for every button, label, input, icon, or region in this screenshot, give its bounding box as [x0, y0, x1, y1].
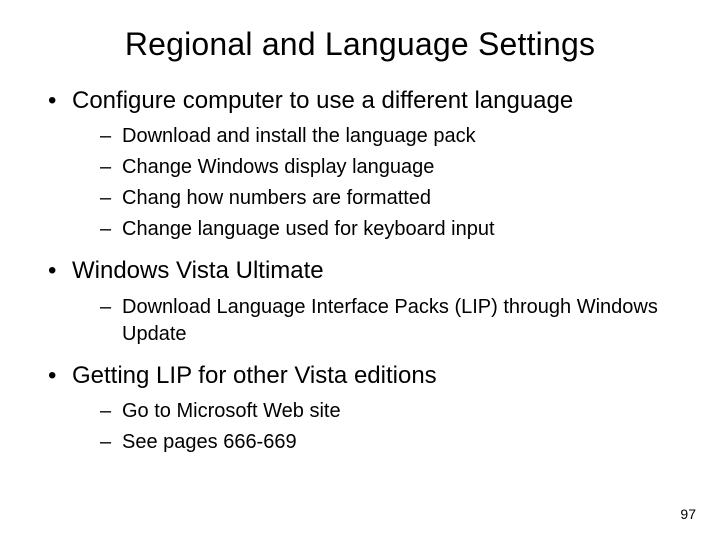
slide: Regional and Language Settings Configure…	[0, 0, 720, 540]
sub-bullet-list: Go to Microsoft Web site See pages 666-6…	[72, 398, 690, 456]
sub-bullet-item: See pages 666-669	[100, 429, 690, 456]
slide-title: Regional and Language Settings	[0, 0, 720, 73]
sub-bullet-item: Change language used for keyboard input	[100, 216, 690, 243]
sub-bullet-item: Go to Microsoft Web site	[100, 398, 690, 425]
bullet-text: Windows Vista Ultimate	[72, 257, 324, 284]
bullet-text: Configure computer to use a different la…	[72, 87, 573, 114]
sub-bullet-item: Download and install the language pack	[100, 123, 690, 150]
sub-bullet-item: Chang how numbers are formatted	[100, 185, 690, 212]
sub-bullet-item: Download Language Interface Packs (LIP) …	[100, 294, 690, 348]
sub-bullet-list: Download Language Interface Packs (LIP) …	[72, 294, 690, 348]
bullet-item: Configure computer to use a different la…	[48, 85, 690, 243]
bullet-item: Getting LIP for other Vista editions Go …	[48, 360, 690, 456]
bullet-text: Getting LIP for other Vista editions	[72, 362, 437, 389]
bullet-list: Configure computer to use a different la…	[0, 85, 720, 456]
bullet-item: Windows Vista Ultimate Download Language…	[48, 255, 690, 347]
page-number: 97	[680, 506, 696, 522]
sub-bullet-list: Download and install the language pack C…	[72, 123, 690, 243]
sub-bullet-item: Change Windows display language	[100, 154, 690, 181]
